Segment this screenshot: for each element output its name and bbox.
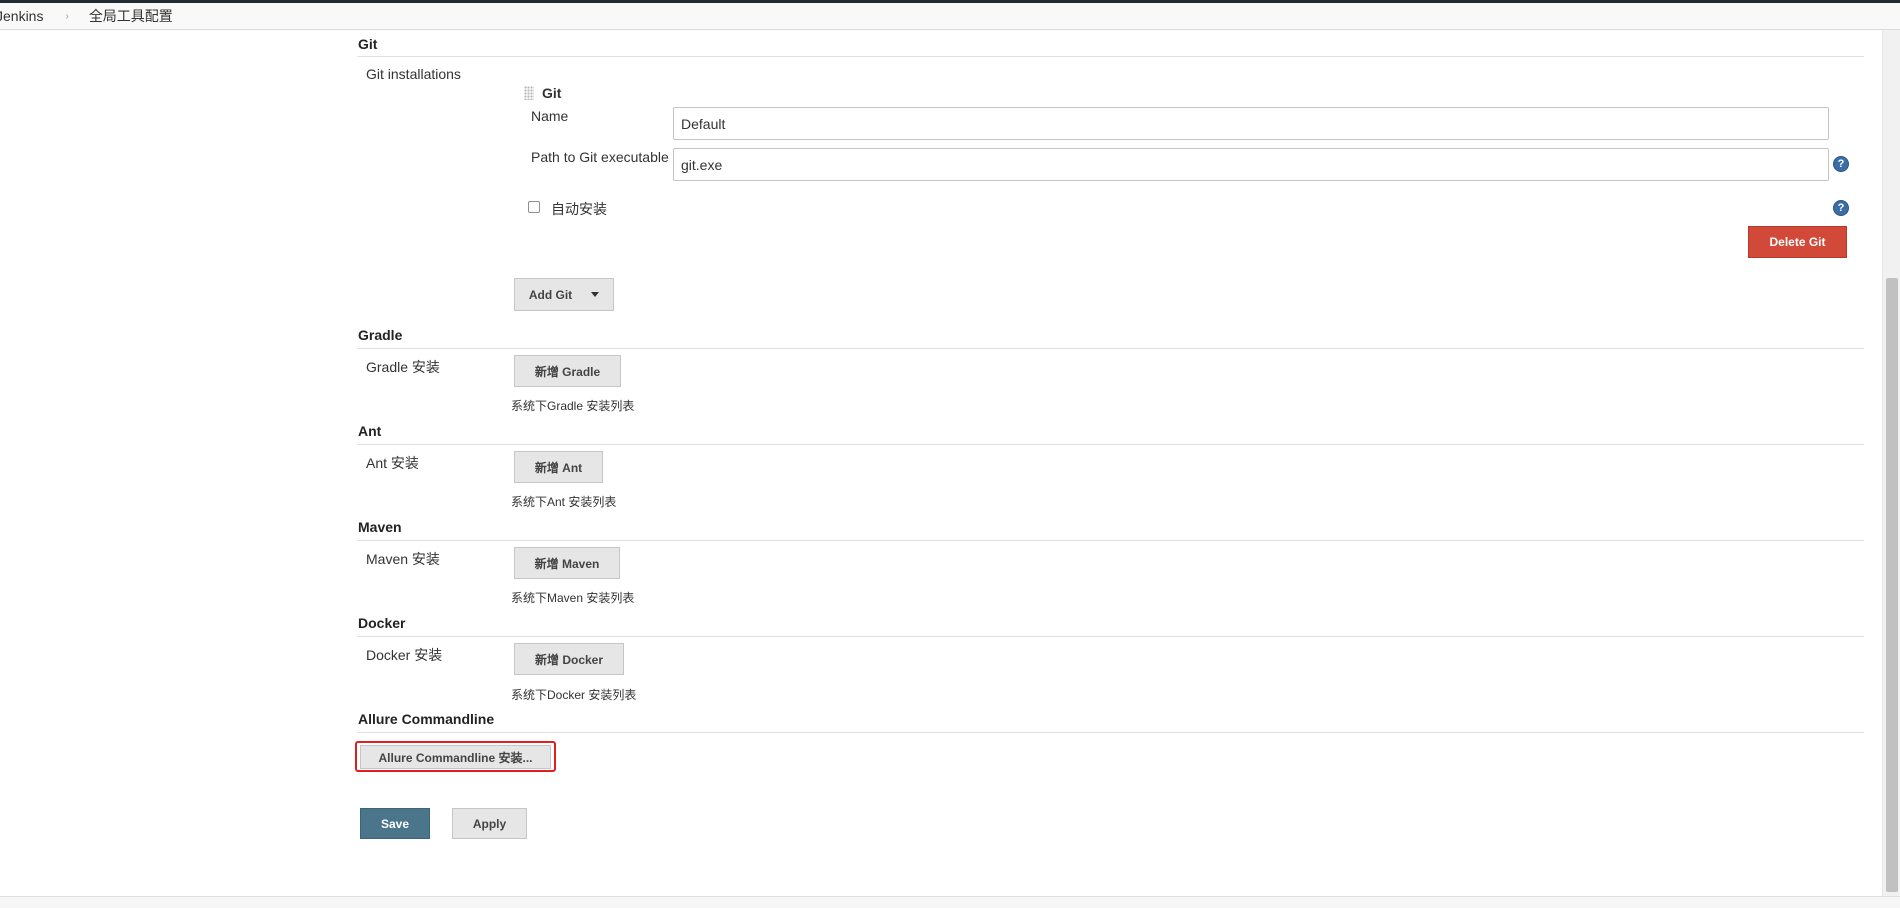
add-git-label: Add Git — [528, 287, 573, 302]
git-section-divider — [357, 56, 1864, 57]
ant-section-title: Ant — [358, 423, 382, 439]
docker-install-note: 系统下Docker 安装列表 — [511, 688, 637, 702]
footer — [0, 896, 1900, 908]
add-git-button[interactable]: Add Git — [514, 278, 614, 311]
allure-section-divider — [357, 732, 1864, 733]
breadcrumb-separator-icon[interactable]: › — [65, 11, 68, 22]
maven-section-divider — [357, 540, 1864, 541]
gradle-install-note: 系统下Gradle 安装列表 — [511, 399, 635, 413]
git-installation-title: Git — [542, 85, 562, 101]
ant-install-note: 系统下Ant 安装列表 — [511, 495, 617, 509]
auto-install-checkbox[interactable] — [528, 201, 540, 213]
add-ant-button[interactable]: 新增 Ant — [514, 451, 603, 483]
git-installations-label: Git installations — [366, 66, 461, 82]
add-gradle-button[interactable]: 新增 Gradle — [514, 355, 621, 387]
add-maven-button[interactable]: 新增 Maven — [514, 547, 620, 579]
gradle-section-divider — [357, 348, 1864, 349]
breadcrumb: Jenkins › 全局工具配置 — [0, 3, 1900, 30]
git-path-label: Path to Git executable — [531, 149, 669, 165]
gradle-section-title: Gradle — [358, 327, 403, 343]
allure-section-title: Allure Commandline — [358, 711, 495, 727]
git-section-title: Git — [358, 36, 378, 52]
docker-section-title: Docker — [358, 615, 406, 631]
drag-handle-icon[interactable] — [524, 86, 534, 100]
maven-install-label: Maven 安装 — [366, 551, 440, 567]
docker-section-divider — [357, 636, 1864, 637]
help-icon[interactable]: ? — [1833, 156, 1849, 172]
auto-install-label: 自动安装 — [551, 201, 607, 217]
maven-section-title: Maven — [358, 519, 402, 535]
git-name-input[interactable] — [673, 107, 1829, 140]
ant-install-label: Ant 安装 — [366, 455, 419, 471]
maven-install-note: 系统下Maven 安装列表 — [511, 591, 635, 605]
scrollbar-thumb[interactable] — [1886, 278, 1898, 892]
add-docker-button[interactable]: 新增 Docker — [514, 643, 624, 675]
help-icon[interactable]: ? — [1833, 200, 1849, 216]
git-path-input[interactable] — [673, 148, 1829, 181]
delete-git-button[interactable]: Delete Git — [1748, 226, 1847, 258]
apply-button[interactable]: Apply — [452, 808, 527, 839]
vertical-scrollbar[interactable] — [1882, 30, 1900, 896]
git-name-label: Name — [531, 108, 569, 124]
allure-install-button[interactable]: Allure Commandline 安装... — [360, 745, 551, 769]
ant-section-divider — [357, 444, 1864, 445]
gradle-install-label: Gradle 安装 — [366, 359, 440, 375]
docker-install-label: Docker 安装 — [366, 647, 443, 663]
chevron-down-icon — [591, 292, 600, 297]
save-button[interactable]: Save — [360, 808, 430, 839]
breadcrumb-home-link[interactable]: Jenkins — [0, 8, 43, 24]
breadcrumb-current-page[interactable]: 全局工具配置 — [89, 6, 173, 26]
